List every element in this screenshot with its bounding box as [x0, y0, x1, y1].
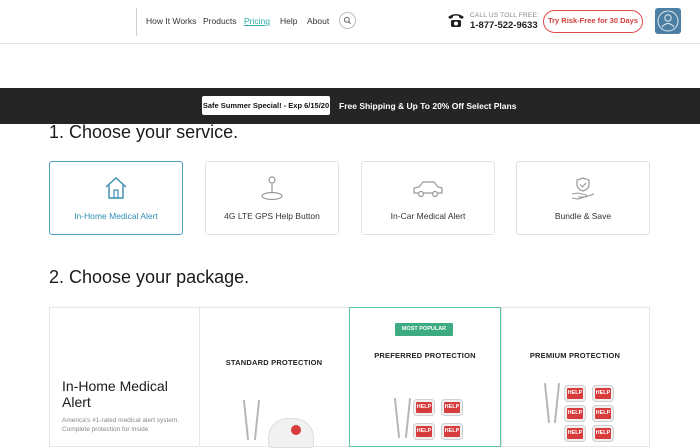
service-card-in-car[interactable]: In-Car Medical Alert [361, 161, 495, 235]
service-label: In-Home Medical Alert [74, 211, 158, 221]
nav-pricing[interactable]: Pricing [244, 16, 270, 26]
help-pendant: HELP [565, 426, 585, 441]
help-pendant: HELP [593, 426, 613, 441]
package-section-title: 2. Choose your package. [49, 267, 250, 287]
help-pendant: HELP [442, 400, 462, 415]
header-divider [136, 8, 137, 36]
help-pendant: HELP [414, 424, 434, 439]
promo-bar: Safe Summer Special! - Exp 6/15/20 Free … [0, 88, 700, 124]
base-station-image [268, 418, 314, 448]
service-section-title: 1. Choose your service. [49, 122, 239, 142]
column-divider [501, 307, 502, 447]
site-header: How It Works Products Pricing Help About… [0, 0, 700, 44]
help-pendant: HELP [565, 386, 585, 401]
help-pendant: HELP [565, 406, 585, 421]
search-icon [343, 16, 351, 24]
help-pendant: HELP [593, 406, 613, 421]
account-button[interactable] [655, 8, 681, 34]
help-pendant: HELP [442, 424, 462, 439]
hand-shield-icon [571, 177, 595, 200]
try-risk-free-button[interactable]: Try Risk-Free for 30 Days [543, 10, 643, 33]
nav-about[interactable]: About [307, 16, 329, 26]
help-pendant: HELP [593, 386, 613, 401]
package-intro-desc: America's #1-rated medical alert system.… [62, 417, 180, 433]
help-pendant: HELP [414, 400, 434, 415]
plan-standard-title: STANDARD PROTECTION [225, 358, 323, 367]
search-button[interactable] [339, 12, 356, 29]
service-label: 4G LTE GPS Help Button [224, 211, 320, 221]
most-popular-badge: MOST POPULAR [395, 323, 453, 336]
service-label: In-Car Medical Alert [390, 211, 466, 221]
user-icon [657, 10, 679, 32]
phone-icon [448, 14, 464, 27]
plan-preferred-title: PREFERRED PROTECTION [374, 351, 476, 360]
promo-badge: Safe Summer Special! - Exp 6/15/20 [202, 96, 330, 115]
service-label: Bundle & Save [554, 211, 612, 221]
plan-premium-title: PREMIUM PROTECTION [529, 351, 621, 360]
house-icon [105, 177, 127, 199]
promo-text: Free Shipping & Up To 20% Off Select Pla… [339, 101, 517, 111]
nav-products[interactable]: Products [203, 16, 237, 26]
service-card-bundle[interactable]: Bundle & Save [516, 161, 650, 235]
location-person-icon [261, 176, 283, 201]
service-card-gps[interactable]: 4G LTE GPS Help Button [205, 161, 339, 235]
car-icon [413, 181, 443, 198]
base-station-button [291, 425, 301, 435]
service-card-in-home[interactable]: In-Home Medical Alert [49, 161, 183, 235]
nav-help[interactable]: Help [280, 16, 297, 26]
phone-number[interactable]: 1-877-522-9633 [470, 20, 538, 31]
nav-how-it-works[interactable]: How It Works [146, 16, 196, 26]
call-label: CALL US TOLL FREE: [470, 12, 539, 19]
column-divider [199, 307, 200, 447]
package-intro-title: In-Home Medical Alert [62, 378, 168, 410]
